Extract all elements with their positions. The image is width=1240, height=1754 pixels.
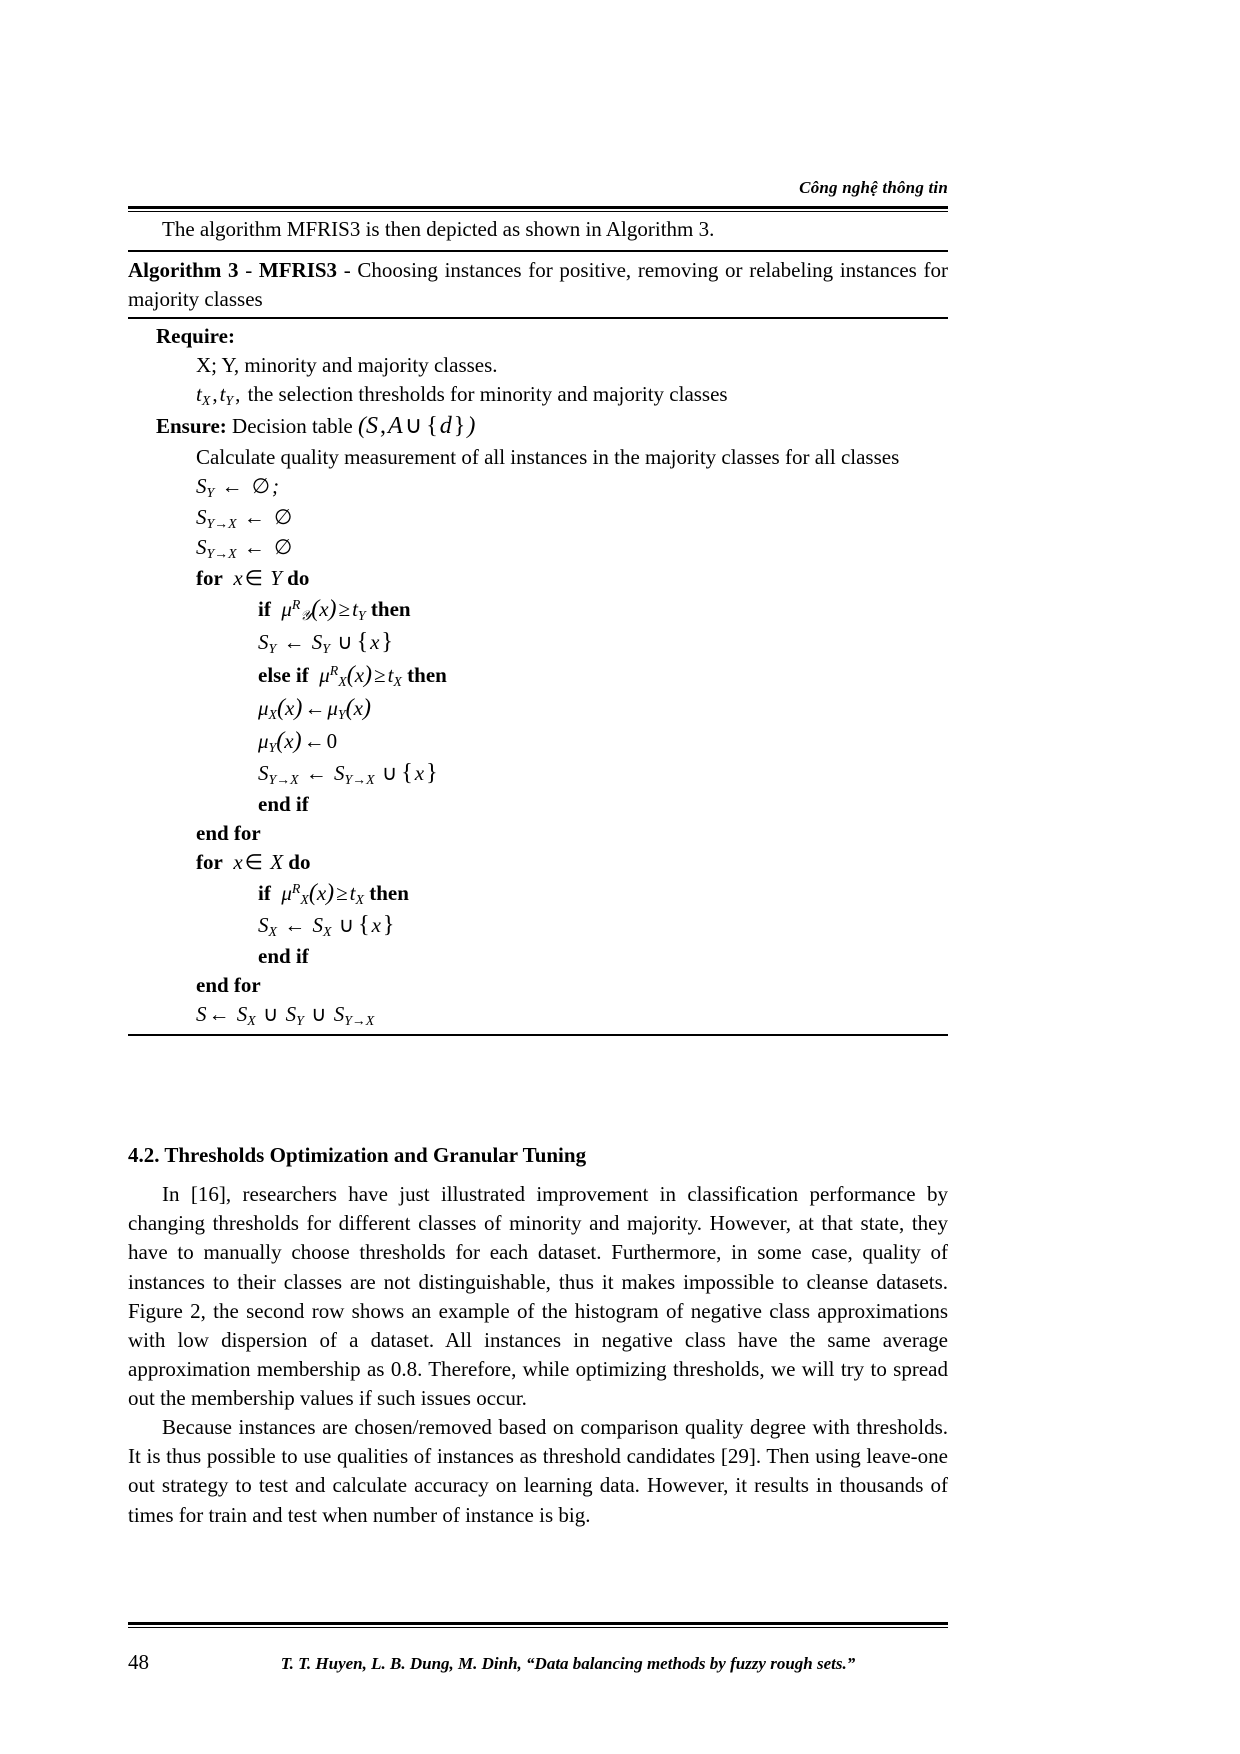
algorithm-sep-1: -: [238, 258, 259, 282]
step-init-syx-1: SY→X ← ∅: [196, 504, 293, 531]
decision-table-math: (S,A∪ {d}): [358, 413, 476, 440]
algorithm-bottom-rule: [128, 1034, 948, 1037]
step-end-if-1: end if: [258, 791, 309, 816]
step-add-sx: SX ← SX ∪ {x}: [258, 912, 395, 940]
page-footer: 48 T. T. Huyen, L. B. Dung, M. Dinh, “Da…: [128, 1650, 948, 1675]
step-else-if-x: else if μRX(x)≥tX then: [258, 662, 447, 689]
step-for-x: for x∈ X do: [196, 849, 311, 874]
step-assign-mu-x: μX(x)←μY(x): [258, 694, 371, 722]
step-for-y: for x∈ Y do: [196, 565, 310, 590]
step-calculate-quality: Calculate quality measurement of all ins…: [196, 445, 900, 470]
header-rule: [128, 206, 948, 212]
step-end-for-2: end for: [196, 972, 261, 997]
step-init-syx-2: SY→X ← ∅: [196, 535, 293, 562]
page-number: 48: [128, 1650, 149, 1674]
for-keyword-x: for: [196, 849, 223, 874]
footer-citation: T. T. Huyen, L. B. Dung, M. Dinh, “Data …: [280, 1654, 856, 1673]
body-paragraph-1: In [16], researchers have just illustrat…: [128, 1182, 948, 1411]
step-end-for-1: end for: [196, 820, 261, 845]
running-head: Công nghệ thông tin: [799, 178, 948, 197]
footer-rule: [128, 1622, 948, 1628]
then-keyword-y: then: [370, 596, 411, 621]
step-init-sy: SY ← ∅;: [196, 474, 280, 500]
if-keyword-x: if: [258, 880, 271, 905]
algorithm-body: Require: X; Y, minority and majority cla…: [128, 319, 948, 1030]
step-end-if-2: end if: [258, 944, 309, 969]
then-keyword-x2: then: [369, 880, 409, 905]
ensure-line: Ensure: Decision table (S,A∪ {d}): [156, 410, 948, 443]
algorithm-sep-2: -: [337, 258, 358, 282]
require-line-1: X; Y, minority and majority classes.: [196, 352, 498, 377]
step-if-x: if μRX(x)≥tX then: [258, 879, 409, 907]
require-label: Require:: [156, 322, 948, 351]
then-keyword-x: then: [407, 663, 447, 688]
require-line-2-text: the selection thresholds for minority an…: [247, 381, 728, 406]
else-if-keyword: else if: [258, 663, 309, 688]
do-keyword-y: do: [287, 565, 310, 590]
algorithm-block: Algorithm 3 - MFRIS3 - Choosing instance…: [128, 250, 948, 1037]
do-keyword-x: do: [288, 849, 311, 874]
step-if-y: if μR𝒴(x)≥tY then: [258, 595, 411, 624]
step-assign-mu-y-zero: μY(x)←0: [258, 727, 338, 755]
require-keyword: Require:: [156, 324, 235, 348]
require-line-2: tX,tY, the selection thresholds for mino…: [196, 380, 948, 411]
step-union-final: S← SX ∪ SY ∪ SY→X: [196, 1001, 375, 1028]
step-add-syx: SY→X ← SY→X ∪ {x}: [258, 760, 438, 788]
body-paragraph-2: Because instances are chosen/removed bas…: [128, 1415, 948, 1527]
algorithm-label: Algorithm 3: [128, 258, 239, 282]
algorithm-name: MFRIS3: [258, 258, 338, 282]
intro-sentence: The algorithm MFRIS3 is then depicted as…: [162, 217, 715, 241]
document-page: Công nghệ thông tin The algorithm MFRIS3…: [128, 0, 948, 1754]
step-add-sy: SY ← SY ∪ {x}: [258, 629, 393, 657]
section-heading: 4.2. Thresholds Optimization and Granula…: [128, 1143, 587, 1167]
algorithm-title: Algorithm 3 - MFRIS3 - Choosing instance…: [128, 252, 948, 317]
for-keyword-y: for: [196, 565, 223, 590]
threshold-symbols: tX,tY,: [196, 381, 241, 408]
ensure-text: Decision table: [232, 414, 353, 439]
if-keyword-y: if: [258, 596, 271, 621]
ensure-keyword: Ensure:: [156, 414, 227, 439]
